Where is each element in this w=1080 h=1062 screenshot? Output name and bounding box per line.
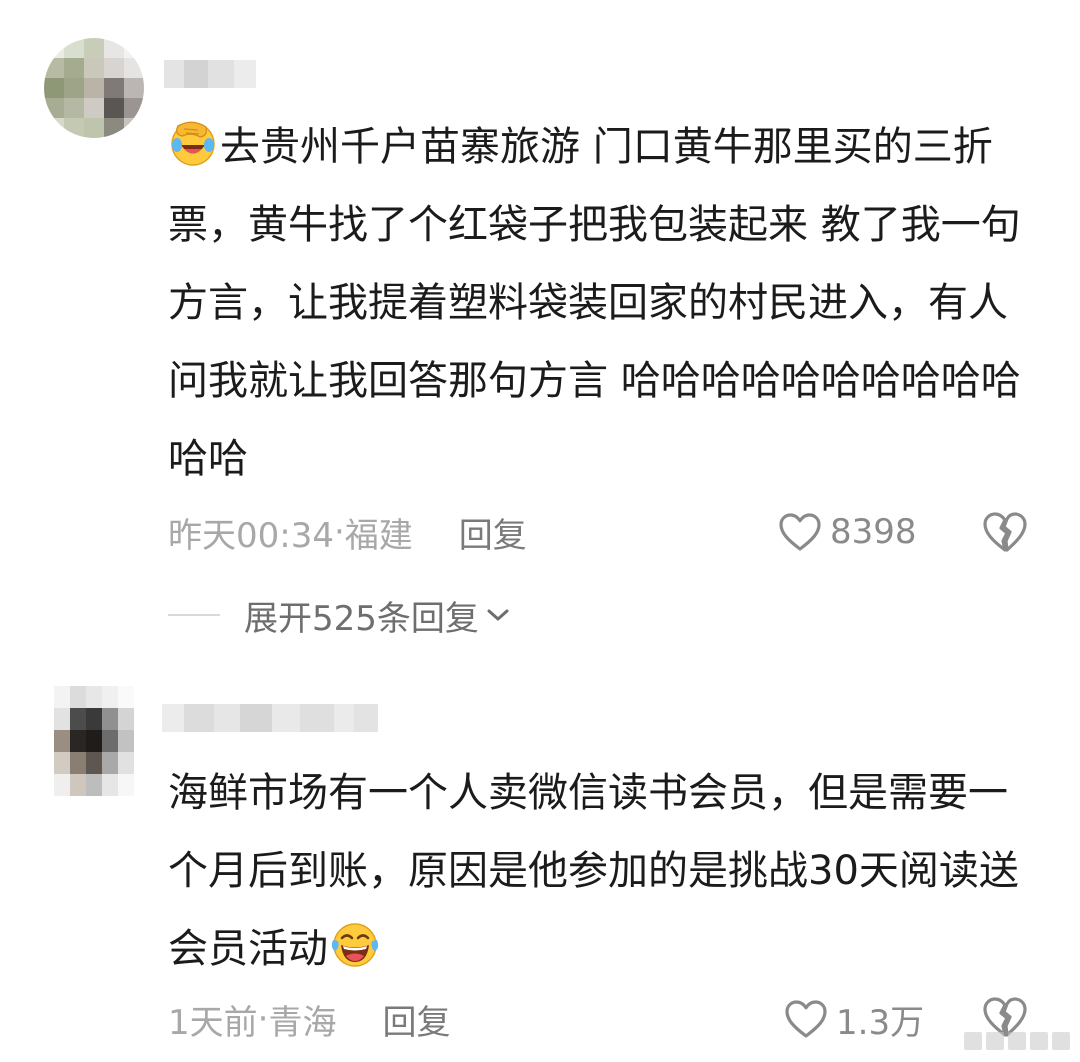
expand-replies-button[interactable]: 展开525条回复: [168, 590, 511, 640]
username-blurred[interactable]: [162, 704, 378, 732]
avatar[interactable]: [54, 686, 134, 796]
expand-replies-label: 展开525条回复: [244, 598, 479, 639]
comment-item: 海鲜市场有一个人卖微信读书会员，但是需要一个月后到账，原因是他参加的是挑战30天…: [0, 660, 1080, 1062]
comment-time: 1天前: [168, 1002, 258, 1043]
meta-separator: ·: [257, 999, 269, 1039]
like-count: 1.3万: [836, 1002, 925, 1043]
face-palm-laughing-emoji: [168, 118, 218, 168]
comment-meta: 昨天00:34 · 福建 回复: [168, 507, 1080, 557]
avatar[interactable]: [44, 38, 144, 138]
watermark-blurred: [964, 1032, 1070, 1050]
broken-heart-icon: [983, 512, 1027, 552]
chevron-down-icon: [487, 609, 509, 621]
comment-location: 青海: [268, 1002, 337, 1043]
comment-text: 去贵州千户苗寨旅游 门口黄牛那里买的三折票，黄牛找了个红袋子把我包装起来 教了我…: [168, 108, 1038, 498]
expand-divider: [168, 614, 220, 616]
tears-of-joy-emoji: [330, 920, 380, 970]
reply-button[interactable]: 回复: [382, 995, 450, 1044]
comment-time: 昨天00:34: [168, 515, 334, 556]
heart-outline-icon: [785, 1000, 827, 1038]
reply-button[interactable]: 回复: [459, 508, 527, 557]
like-count: 8398: [830, 512, 917, 552]
dislike-button[interactable]: [982, 511, 1028, 557]
comment-body: 海鲜市场有一个人卖微信读书会员，但是需要一个月后到账，原因是他参加的是挑战30天…: [168, 770, 1019, 972]
comment-location: 福建: [344, 515, 413, 556]
like-button[interactable]: 8398: [778, 507, 917, 557]
comment-body: 去贵州千户苗寨旅游 门口黄牛那里买的三折票，黄牛找了个红袋子把我包装起来 教了我…: [168, 124, 1021, 482]
heart-outline-icon: [779, 513, 821, 551]
meta-separator: ·: [333, 512, 345, 552]
comment-text: 海鲜市场有一个人卖微信读书会员，但是需要一个月后到账，原因是他参加的是挑战30天…: [168, 754, 1038, 988]
like-button[interactable]: 1.3万: [784, 994, 924, 1044]
comment-meta: 1天前 · 青海 回复: [168, 994, 1080, 1044]
comment-item: 去贵州千户苗寨旅游 门口黄牛那里买的三折票，黄牛找了个红袋子把我包装起来 教了我…: [0, 0, 1080, 660]
username-blurred[interactable]: [164, 60, 256, 88]
